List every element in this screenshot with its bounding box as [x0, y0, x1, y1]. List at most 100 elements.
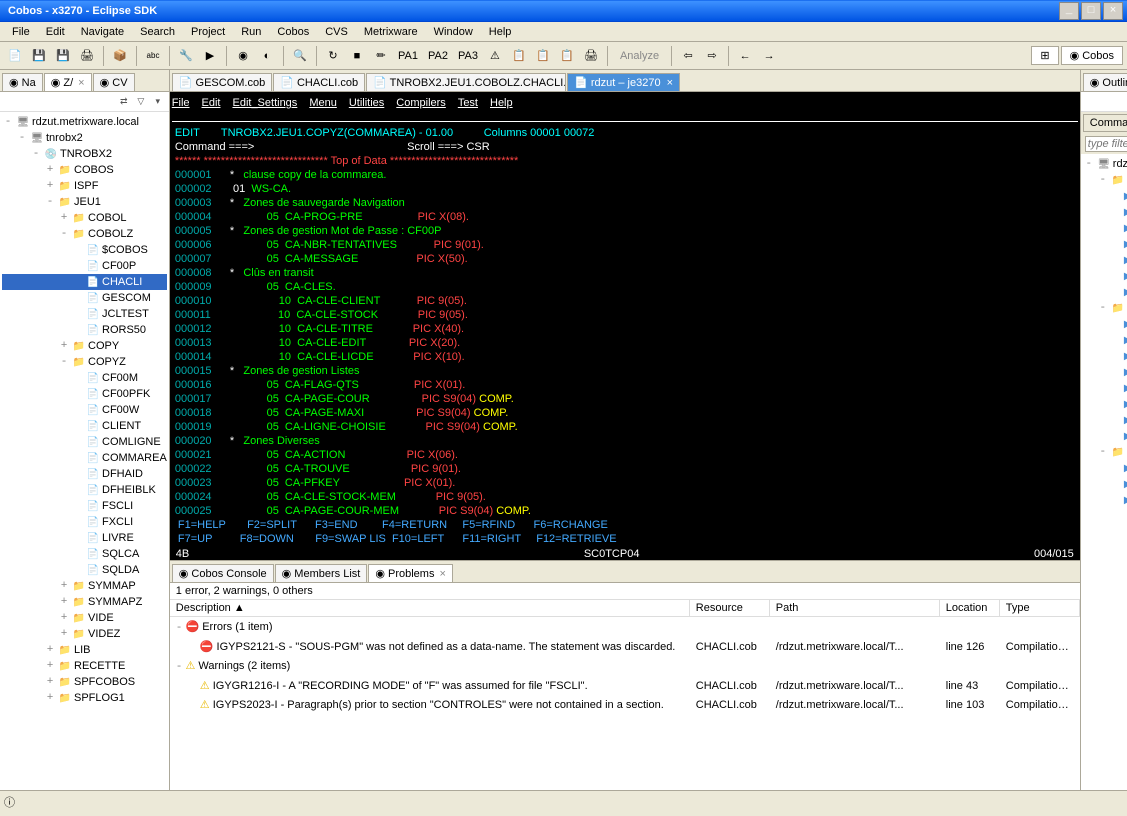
editor-tab[interactable]: 📄 CHACLI.cob — [273, 73, 365, 91]
tree-item-CF00W[interactable]: 📄CF00W — [2, 402, 167, 418]
close-button[interactable]: × — [1103, 2, 1123, 20]
pa3-button[interactable]: PA3 — [454, 45, 482, 67]
tree-item-COBOLZ[interactable]: -📁COBOLZ — [2, 226, 167, 242]
cmd-item[interactable]: ▶Test centralized preferenc — [1083, 316, 1127, 332]
refresh-icon[interactable]: ↻ — [322, 45, 344, 67]
term-menu-item[interactable]: Edit — [202, 97, 221, 109]
tree-item-LIB[interactable]: +📁LIB — [2, 642, 167, 658]
term-menu-item[interactable]: File — [172, 97, 190, 109]
menu-cvs[interactable]: CVS — [317, 24, 356, 40]
term-menu-item[interactable]: Utilities — [349, 97, 384, 109]
tree-item-COBOL[interactable]: +📁COBOL — [2, 210, 167, 226]
commands-filter-input[interactable] — [1085, 136, 1127, 152]
menu-run[interactable]: Run — [233, 24, 269, 40]
menu-metrixware[interactable]: Metrixware — [356, 24, 426, 40]
analyze-button[interactable]: Analyze — [613, 45, 666, 67]
tree-item-FXCLI[interactable]: 📄FXCLI — [2, 514, 167, 530]
menu-help[interactable]: Help — [481, 24, 520, 40]
editor-tab[interactable]: 📄 TNROBX2.JEU1.COBOLZ.CHACLI.sysout — [366, 73, 566, 91]
tree-root[interactable]: -🖥 rdzut.metrixware.local — [2, 114, 167, 130]
new-icon[interactable]: 📄 — [4, 45, 26, 67]
tree-item-COBOS[interactable]: +📁COBOS — [2, 162, 167, 178]
nav-next-icon[interactable]: ⇨ — [701, 45, 723, 67]
maximize-button[interactable]: □ — [1081, 2, 1101, 20]
problems-col-header[interactable]: Description ▲ — [170, 600, 690, 616]
cmd-item[interactable]: ▶Test variables from the .cc — [1083, 396, 1127, 412]
tree-item-$COBOS[interactable]: 📄$COBOS — [2, 242, 167, 258]
sheet2-icon[interactable]: 📋 — [532, 45, 554, 67]
menu-cobos[interactable]: Cobos — [269, 24, 317, 40]
tree-item-tnrobx2[interactable]: -🖥tnrobx2 — [2, 130, 167, 146]
search-icon[interactable]: 🔍 — [289, 45, 311, 67]
menu-window[interactable]: Window — [426, 24, 481, 40]
problems-col-header[interactable]: Resource — [690, 600, 770, 616]
tree-item-CF00P[interactable]: 📄CF00P — [2, 258, 167, 274]
tree-item-SYMMAP[interactable]: +📁SYMMAP — [2, 578, 167, 594]
tree-item-CHACLI[interactable]: 📄CHACLI — [2, 274, 167, 290]
tree-item-SYMMAPZ[interactable]: +📁SYMMAPZ — [2, 594, 167, 610]
tree-item-SPFCOBOS[interactable]: +📁SPFCOBOS — [2, 674, 167, 690]
play-icon[interactable]: ▶ — [199, 45, 221, 67]
menu-navigate[interactable]: Navigate — [73, 24, 132, 40]
cmd-item[interactable]: ▶Test MXWFLSTS (List dsr — [1083, 364, 1127, 380]
tree-item-CF00M[interactable]: 📄CF00M — [2, 370, 167, 386]
cmd-item[interactable]: ▶TNR Setup — [1083, 428, 1127, 444]
tree-item-DFHAID[interactable]: 📄DFHAID — [2, 466, 167, 482]
tree-item-RECETTE[interactable]: +📁RECETTE — [2, 658, 167, 674]
cmd-item[interactable]: ▶PDS Copy — [1083, 284, 1127, 300]
warn-icon[interactable]: ⚠ — [484, 45, 506, 67]
term-menu-item[interactable]: Help — [490, 97, 513, 109]
tree-item-LIVRE[interactable]: 📄LIVRE — [2, 530, 167, 546]
forward-icon[interactable]: → — [758, 45, 780, 67]
cmd-item[interactable]: ▶Force Copy CVS -> PDS — [1083, 236, 1127, 252]
tree-item-SQLDA[interactable]: 📄SQLDA — [2, 562, 167, 578]
sheet1-icon[interactable]: 📋 — [508, 45, 530, 67]
cmd-item[interactable]: ▶Test MXWFINF (Propertie — [1083, 348, 1127, 364]
tree-item-TNROBX2[interactable]: -💿TNROBX2 — [2, 146, 167, 162]
cmd-item[interactable]: ▶google — [1083, 492, 1127, 508]
tree-item-COMMAREA[interactable]: 📄COMMAREA — [2, 450, 167, 466]
cmd-item[interactable]: ▶Test Cobos plugin variable — [1083, 332, 1127, 348]
cmd-item[interactable]: ▶TNR Cleanup — [1083, 412, 1127, 428]
problems-col-header[interactable]: Path — [770, 600, 940, 616]
term-menu-item[interactable]: Compilers — [396, 97, 446, 109]
tree-item-VIDE[interactable]: +📁VIDE — [2, 610, 167, 626]
tree-item-SQLCA[interactable]: 📄SQLCA — [2, 546, 167, 562]
left-tab-Na[interactable]: ◉ Na — [2, 73, 43, 91]
abc-icon[interactable]: abc — [142, 45, 164, 67]
build-icon[interactable]: 📦 — [109, 45, 131, 67]
tree-item-FSCLI[interactable]: 📄FSCLI — [2, 498, 167, 514]
term-menu-item[interactable]: Edit_Settings — [232, 97, 297, 109]
tree-item-VIDEZ[interactable]: +📁VIDEZ — [2, 626, 167, 642]
cmd-item[interactable]: ▶Manage Copy Replication — [1083, 268, 1127, 284]
menu-file[interactable]: File — [4, 24, 38, 40]
eraser-icon[interactable]: ✏ — [370, 45, 392, 67]
nav-prev-icon[interactable]: ⇦ — [677, 45, 699, 67]
toggle-icon[interactable]: ◐ — [256, 45, 278, 67]
cmd-item[interactable]: ▶Delete source cvs — [1083, 220, 1127, 236]
menu-search[interactable]: Search — [132, 24, 183, 40]
menu-project[interactable]: Project — [183, 24, 233, 40]
tree-item-SPFLOG1[interactable]: +📁SPFLOG1 — [2, 690, 167, 706]
tree-item-COMLIGNE[interactable]: 📄COMLIGNE — [2, 434, 167, 450]
cmd-item[interactable]: ▶Cobos blog — [1083, 460, 1127, 476]
problem-row[interactable]: ⚠ IGYGR1216-I - A "RECORDING MODE" of "F… — [170, 676, 1080, 695]
tree-item-DFHEIBLK[interactable]: 📄DFHEIBLK — [2, 482, 167, 498]
problem-row[interactable]: ⛔ IGYPS2121-S - "SOUS-PGM" was not defin… — [170, 637, 1080, 656]
tree-item-ISPF[interactable]: +📁ISPF — [2, 178, 167, 194]
save-icon[interactable]: 💾 — [28, 45, 50, 67]
cmd-item[interactable]: ▶Cobos forum — [1083, 476, 1127, 492]
bottom-tab-cobos-console[interactable]: ◉ Cobos Console — [172, 564, 274, 582]
left-tab-Z/[interactable]: ◉ Z/ × — [44, 73, 92, 91]
problem-row[interactable]: ⚠ IGYPS2023-I - Paragraph(s) prior to se… — [170, 695, 1080, 714]
cmd-group[interactable]: -📁1. Utilities — [1083, 172, 1127, 188]
pa2-button[interactable]: PA2 — [424, 45, 452, 67]
cmd-root[interactable]: -🖥 rdzut.metrixware.local — [1083, 156, 1127, 172]
pa1-button[interactable]: PA1 — [394, 45, 422, 67]
sheet3-icon[interactable]: 📋 — [556, 45, 578, 67]
tree-item-CF00PFK[interactable]: 📄CF00PFK — [2, 386, 167, 402]
editor-tab[interactable]: 📄 GESCOM.cob — [172, 73, 272, 91]
tree-item-COPY[interactable]: +📁COPY — [2, 338, 167, 354]
left-tab-CV[interactable]: ◉ CV — [93, 73, 135, 91]
term-menu-item[interactable]: Menu — [309, 97, 337, 109]
